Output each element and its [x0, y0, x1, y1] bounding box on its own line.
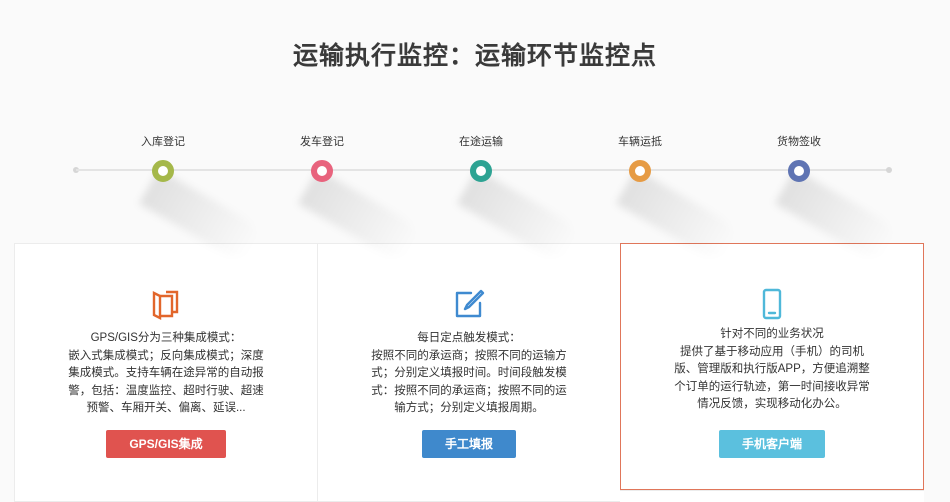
feature-cards: GPS/GIS分为三种集成模式： 嵌入式集成模式；反向集成模式；深度 集成模式。…	[14, 243, 924, 502]
card-text-line: 预警、车厢开关、偏离、延误...	[86, 402, 246, 414]
card-gps-gis: GPS/GIS分为三种集成模式： 嵌入式集成模式；反向集成模式；深度 集成模式。…	[14, 243, 318, 502]
timeline-step-inbound[interactable]: 入库登记	[113, 135, 263, 264]
step-marker-icon	[788, 160, 810, 182]
card-text-line: 输方式；分别定义填报周期。	[394, 402, 544, 414]
card-text-line: 针对不同的业务状况	[720, 328, 824, 340]
step-label: 发车登记	[300, 136, 344, 148]
step-marker-icon	[629, 160, 651, 182]
card-text-line: 个订单的运行轨迹，第一时间接收异常	[674, 380, 870, 393]
timeline-step-arrival[interactable]: 车辆运抵	[590, 135, 740, 264]
card-text-line: 嵌入式集成模式；反向集成模式；深度	[68, 349, 264, 362]
card-mobile-client: 针对不同的业务状况 提供了基于移动应用（手机）的司机 版、管理版和执行版APP，…	[620, 243, 924, 490]
card-description: 针对不同的业务状况 提供了基于移动应用（手机）的司机 版、管理版和执行版APP，…	[667, 326, 877, 414]
card-text-line: 每日定点触发模式：	[417, 332, 521, 344]
gps-gis-button[interactable]: GPS/GIS集成	[106, 430, 226, 458]
card-text-line: 式；分别定义填报时间。时间段触发模	[371, 367, 567, 379]
timeline-end-dot	[886, 167, 892, 173]
page-title: 运输执行监控：运输环节监控点	[292, 42, 657, 70]
card-text-line: 提供了基于移动应用（手机）的司机	[680, 345, 864, 358]
step-label: 货物签收	[777, 136, 821, 148]
step-label: 车辆运抵	[618, 136, 662, 148]
card-description: 每日定点触发模式： 按照不同的承运商；按照不同的运输方 式；分别定义填报时间。时…	[364, 330, 574, 418]
step-label: 在途运输	[459, 136, 503, 148]
timeline-step-departure[interactable]: 发车登记	[272, 135, 422, 264]
mobile-client-button[interactable]: 手机客户端	[719, 430, 825, 458]
card-text-line: GPS/GIS分为三种集成模式：	[90, 332, 242, 344]
edit-icon	[455, 289, 485, 318]
step-marker-icon	[470, 160, 492, 182]
card-text-line: 版、管理版和执行版APP，方便追溯整	[674, 363, 870, 375]
card-text-line: 集成模式。支持车辆在途异常的自动报	[68, 367, 264, 379]
timeline-step-in-transit[interactable]: 在途运输	[431, 135, 581, 264]
step-label: 入库登记	[141, 136, 185, 148]
card-manual-report: 每日定点触发模式： 按照不同的承运商；按照不同的运输方 式；分别定义填报时间。时…	[317, 243, 621, 502]
card-text-line: 警，包括：温度监控、超时行驶、超速	[68, 384, 264, 397]
card-text-line: 情况反馈，实现移动化办公。	[697, 398, 847, 410]
manual-report-button[interactable]: 手工填报	[422, 430, 516, 458]
mobile-icon	[762, 288, 782, 320]
book-icon	[152, 290, 179, 320]
timeline-step-receipt[interactable]: 货物签收	[749, 135, 899, 264]
card-text-line: 式：按照不同的承运商；按照不同的运	[371, 384, 567, 397]
card-bottom-strip	[620, 490, 924, 502]
card-text-line: 按照不同的承运商；按照不同的运输方	[371, 349, 567, 362]
step-marker-icon	[311, 160, 333, 182]
card-description: GPS/GIS分为三种集成模式： 嵌入式集成模式；反向集成模式；深度 集成模式。…	[61, 330, 271, 418]
step-marker-icon	[152, 160, 174, 182]
